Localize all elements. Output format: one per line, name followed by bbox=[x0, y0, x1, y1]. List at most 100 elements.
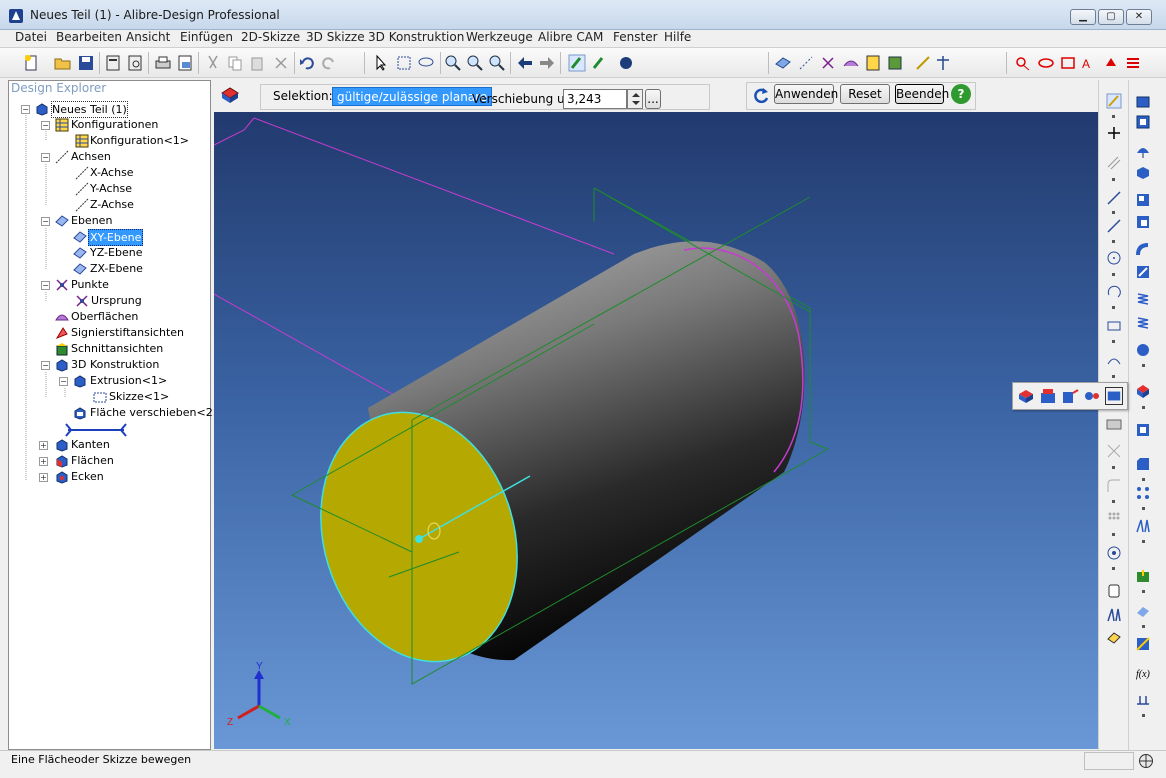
offset-input[interactable]: 3,243 mm bbox=[563, 89, 627, 124]
globe-status-icon[interactable] bbox=[1138, 753, 1154, 769]
tree-item-konfigurationen[interactable]: − Konfigurationen bbox=[9, 117, 209, 133]
menu-fenster[interactable]: Fenster bbox=[613, 30, 658, 44]
collapse-toggle[interactable]: − bbox=[59, 377, 68, 386]
redline-lines-icon[interactable] bbox=[1124, 54, 1142, 72]
back-arrow-icon[interactable] bbox=[516, 54, 534, 72]
point-tool-icon[interactable] bbox=[819, 54, 837, 72]
redline-ellipse-icon[interactable] bbox=[1037, 54, 1055, 72]
menu-3d-konstruktion[interactable]: 3D Konstruktion bbox=[368, 30, 464, 44]
redline-pen-icon[interactable] bbox=[1015, 54, 1033, 72]
toolbar-more-icon[interactable] bbox=[1142, 714, 1145, 717]
move-face-feature-icon[interactable] bbox=[1135, 383, 1151, 399]
lasso-select-icon[interactable] bbox=[417, 54, 435, 72]
mirror-feature-icon[interactable] bbox=[1135, 518, 1151, 534]
circle-icon[interactable] bbox=[1106, 250, 1122, 266]
maximize-button[interactable]: ▢ bbox=[1098, 9, 1124, 25]
toolbar-more-icon[interactable] bbox=[1112, 466, 1115, 469]
trim-icon[interactable] bbox=[1106, 443, 1122, 459]
toolbar-more-icon[interactable] bbox=[1112, 533, 1115, 536]
dimension-icon[interactable] bbox=[1106, 190, 1122, 206]
redline-rectangle-icon[interactable] bbox=[1059, 54, 1077, 72]
extrude-cut-icon[interactable] bbox=[1135, 114, 1151, 130]
sphere-icon[interactable] bbox=[1135, 342, 1151, 358]
arc-icon[interactable] bbox=[1106, 285, 1122, 301]
tree-item-yz-ebene[interactable]: YZ-Ebene bbox=[9, 245, 209, 261]
tree-item-ebenen[interactable]: − Ebenen bbox=[9, 213, 209, 229]
browse-button[interactable]: ... bbox=[645, 89, 661, 109]
helix-icon[interactable] bbox=[1135, 291, 1151, 307]
line-icon[interactable] bbox=[1106, 218, 1122, 234]
open-folder-icon[interactable] bbox=[54, 54, 72, 72]
snap-point-icon[interactable] bbox=[1106, 545, 1122, 561]
tree-item-skizze-1[interactable]: Skizze<1> bbox=[9, 389, 209, 405]
toolbar-more-icon[interactable] bbox=[1142, 540, 1145, 543]
delete-icon[interactable] bbox=[272, 54, 290, 72]
save-icon[interactable] bbox=[77, 54, 95, 72]
revolve-icon[interactable] bbox=[1135, 143, 1151, 159]
spline-icon[interactable] bbox=[1106, 352, 1122, 368]
replace-face-icon[interactable] bbox=[1039, 387, 1057, 405]
draft-icon[interactable] bbox=[1135, 603, 1151, 619]
tree-item-extrusion-1[interactable]: − Extrusion<1> bbox=[9, 373, 209, 389]
print-preview-icon[interactable] bbox=[126, 54, 144, 72]
delete-face-icon[interactable] bbox=[1105, 387, 1123, 405]
expand-toggle[interactable]: + bbox=[39, 441, 48, 450]
sweep-icon[interactable] bbox=[1135, 242, 1151, 258]
plus-icon[interactable] bbox=[1106, 125, 1122, 141]
pattern-icon[interactable] bbox=[1106, 510, 1122, 526]
offset-spinner[interactable] bbox=[627, 89, 643, 109]
rollback-bar-icon[interactable] bbox=[65, 423, 127, 437]
tree-item-oberflaechen[interactable]: Oberflächen bbox=[9, 309, 209, 325]
toolbar-more-icon[interactable] bbox=[1142, 406, 1145, 409]
tree-item-ecken[interactable]: + Ecken bbox=[9, 469, 209, 485]
balance-icon[interactable] bbox=[934, 54, 952, 72]
select-arrow-icon[interactable] bbox=[372, 54, 390, 72]
render-icon[interactable] bbox=[617, 54, 635, 72]
parts-tool-icon[interactable] bbox=[886, 54, 904, 72]
axis-tool-icon[interactable] bbox=[797, 54, 815, 72]
offset-face-icon[interactable] bbox=[1083, 387, 1101, 405]
toolbar-more-icon[interactable] bbox=[1142, 478, 1145, 481]
collapse-toggle[interactable]: − bbox=[41, 281, 50, 290]
toolbar-more-icon[interactable] bbox=[1112, 273, 1115, 276]
menu-bearbeiten[interactable]: Bearbeiten bbox=[56, 30, 122, 44]
copy-sketch-icon[interactable] bbox=[1106, 583, 1122, 599]
menu-datei[interactable]: Datei bbox=[15, 30, 47, 44]
loft-cut-icon[interactable] bbox=[1135, 214, 1151, 230]
project-icon[interactable] bbox=[1106, 629, 1122, 645]
split-icon[interactable] bbox=[1135, 636, 1151, 652]
box-select-icon[interactable] bbox=[395, 54, 413, 72]
tree-item-flaechen[interactable]: + Flächen bbox=[9, 453, 209, 469]
page-setup-icon[interactable] bbox=[176, 54, 194, 72]
tree-item-achsen[interactable]: − Achsen bbox=[9, 149, 209, 165]
move-face-tool-icon[interactable] bbox=[1017, 387, 1035, 405]
tree-item-3d-konstruktion[interactable]: − 3D Konstruktion bbox=[9, 357, 209, 373]
refresh-icon[interactable] bbox=[751, 86, 771, 106]
revolve-cut-icon[interactable] bbox=[1135, 165, 1151, 181]
menu-2d-skizze[interactable]: 2D-Skizze bbox=[241, 30, 300, 44]
tree-item-x-achse[interactable]: X-Achse bbox=[9, 165, 209, 181]
toolbar-more-icon[interactable] bbox=[1112, 375, 1115, 378]
apply-button[interactable]: Anwenden bbox=[774, 84, 838, 104]
tree-item-ursprung[interactable]: Ursprung bbox=[9, 293, 209, 309]
tree-item-punkte[interactable]: − Punkte bbox=[9, 277, 209, 293]
cut-icon[interactable] bbox=[204, 54, 222, 72]
toolbar-more-icon[interactable] bbox=[1112, 340, 1115, 343]
toolbar-more-icon[interactable] bbox=[1112, 240, 1115, 243]
collapse-toggle[interactable]: − bbox=[41, 153, 50, 162]
datum-icon[interactable] bbox=[1135, 692, 1151, 708]
close-button[interactable]: ✕ bbox=[1126, 9, 1152, 25]
insert-part-icon[interactable] bbox=[1135, 568, 1151, 584]
menu-3d-skizze[interactable]: 3D Skizze bbox=[306, 30, 365, 44]
extend-face-icon[interactable] bbox=[1061, 387, 1079, 405]
minimize-button[interactable]: ▁ bbox=[1070, 9, 1096, 25]
paste-icon[interactable] bbox=[249, 54, 267, 72]
zoom-in-icon[interactable] bbox=[444, 54, 462, 72]
toolbar-more-icon[interactable] bbox=[1112, 178, 1115, 181]
help-icon[interactable]: ? bbox=[951, 84, 971, 104]
tree-item-neues-teil[interactable]: − Neues Teil (1) bbox=[9, 101, 209, 118]
tree-item-flaeche-verschieben-2[interactable]: Fläche verschieben<2> bbox=[9, 405, 222, 421]
surface-tool-icon[interactable] bbox=[842, 54, 860, 72]
tree-item-schnittansichten[interactable]: Schnittansichten bbox=[9, 341, 209, 357]
menu-hilfe[interactable]: Hilfe bbox=[664, 30, 691, 44]
